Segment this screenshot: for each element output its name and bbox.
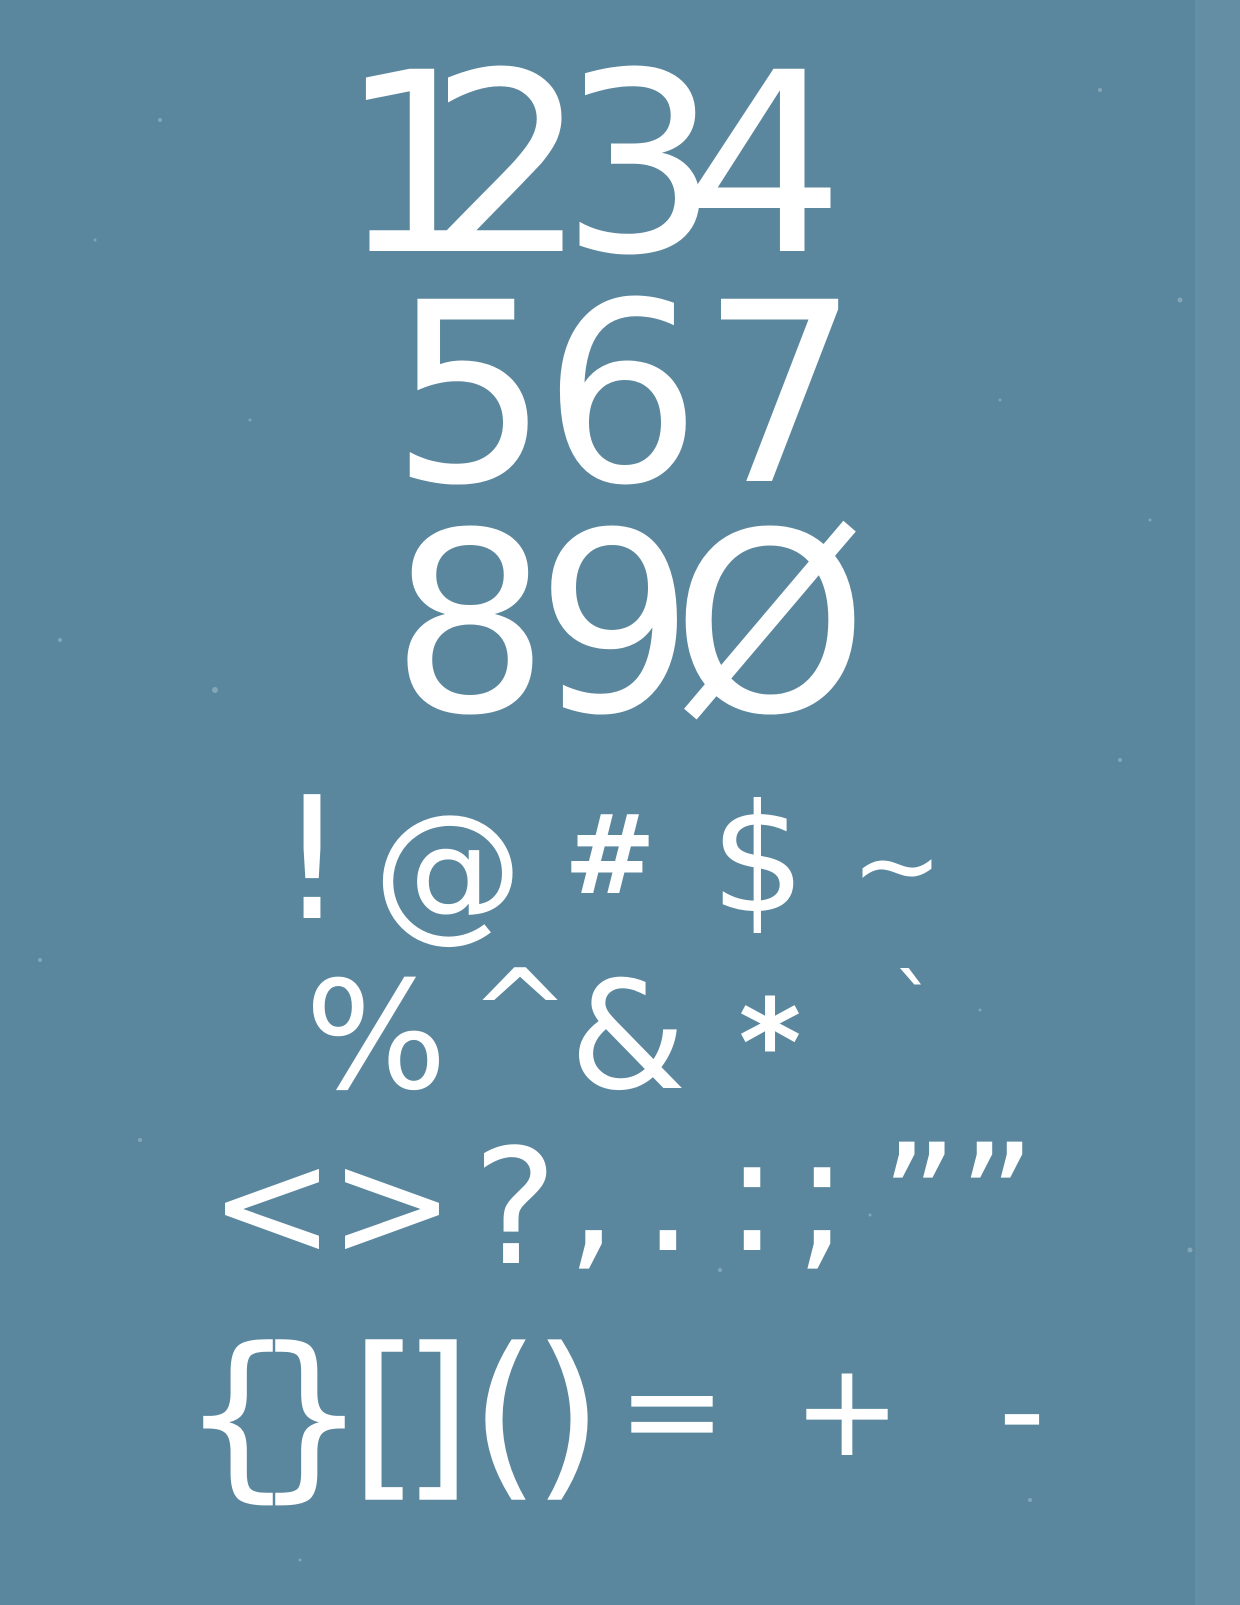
glyph-hash: # xyxy=(563,791,657,919)
glyph-colon: : xyxy=(725,1101,779,1288)
glyph-comma: , xyxy=(566,1101,618,1288)
glyph-semicolon: ; xyxy=(795,1101,849,1288)
glyph-less-than: < xyxy=(209,1118,335,1292)
glyph-backtick: ` xyxy=(892,957,938,1062)
glyph-caret: ^ xyxy=(469,945,571,1084)
glyph-minus: - xyxy=(998,1334,1046,1486)
glyph-tilde: ~ xyxy=(850,801,944,929)
glyph-ampersand: & xyxy=(569,950,687,1124)
glyph-period: . xyxy=(642,1101,694,1288)
glyph-right-bracket: ] xyxy=(401,1310,473,1519)
glyph-percent: % xyxy=(304,950,448,1124)
glyph-greater-than: > xyxy=(329,1118,455,1292)
glyph-dollar: $ xyxy=(710,773,806,947)
glyph-right-paren: ) xyxy=(532,1310,604,1519)
glyph-question: ? xyxy=(472,1114,558,1301)
glyph-0: Ø xyxy=(671,479,869,770)
glyph-left-paren: ( xyxy=(469,1310,541,1519)
glyph-quotes: ”” xyxy=(880,1113,1036,1287)
glyph-at: @ xyxy=(373,783,523,957)
glyph-exclamation: ! xyxy=(277,761,347,959)
glyph-plus: + xyxy=(792,1334,902,1486)
type-specimen-sheet: 1 2 3 4 5 6 7 8 9 Ø ! @ # $ ~ % ^ & * ` … xyxy=(0,0,1240,1605)
glyph-8: 8 xyxy=(390,479,550,770)
glyph-asterisk: * xyxy=(738,975,802,1114)
glyph-equals: = xyxy=(617,1334,727,1486)
